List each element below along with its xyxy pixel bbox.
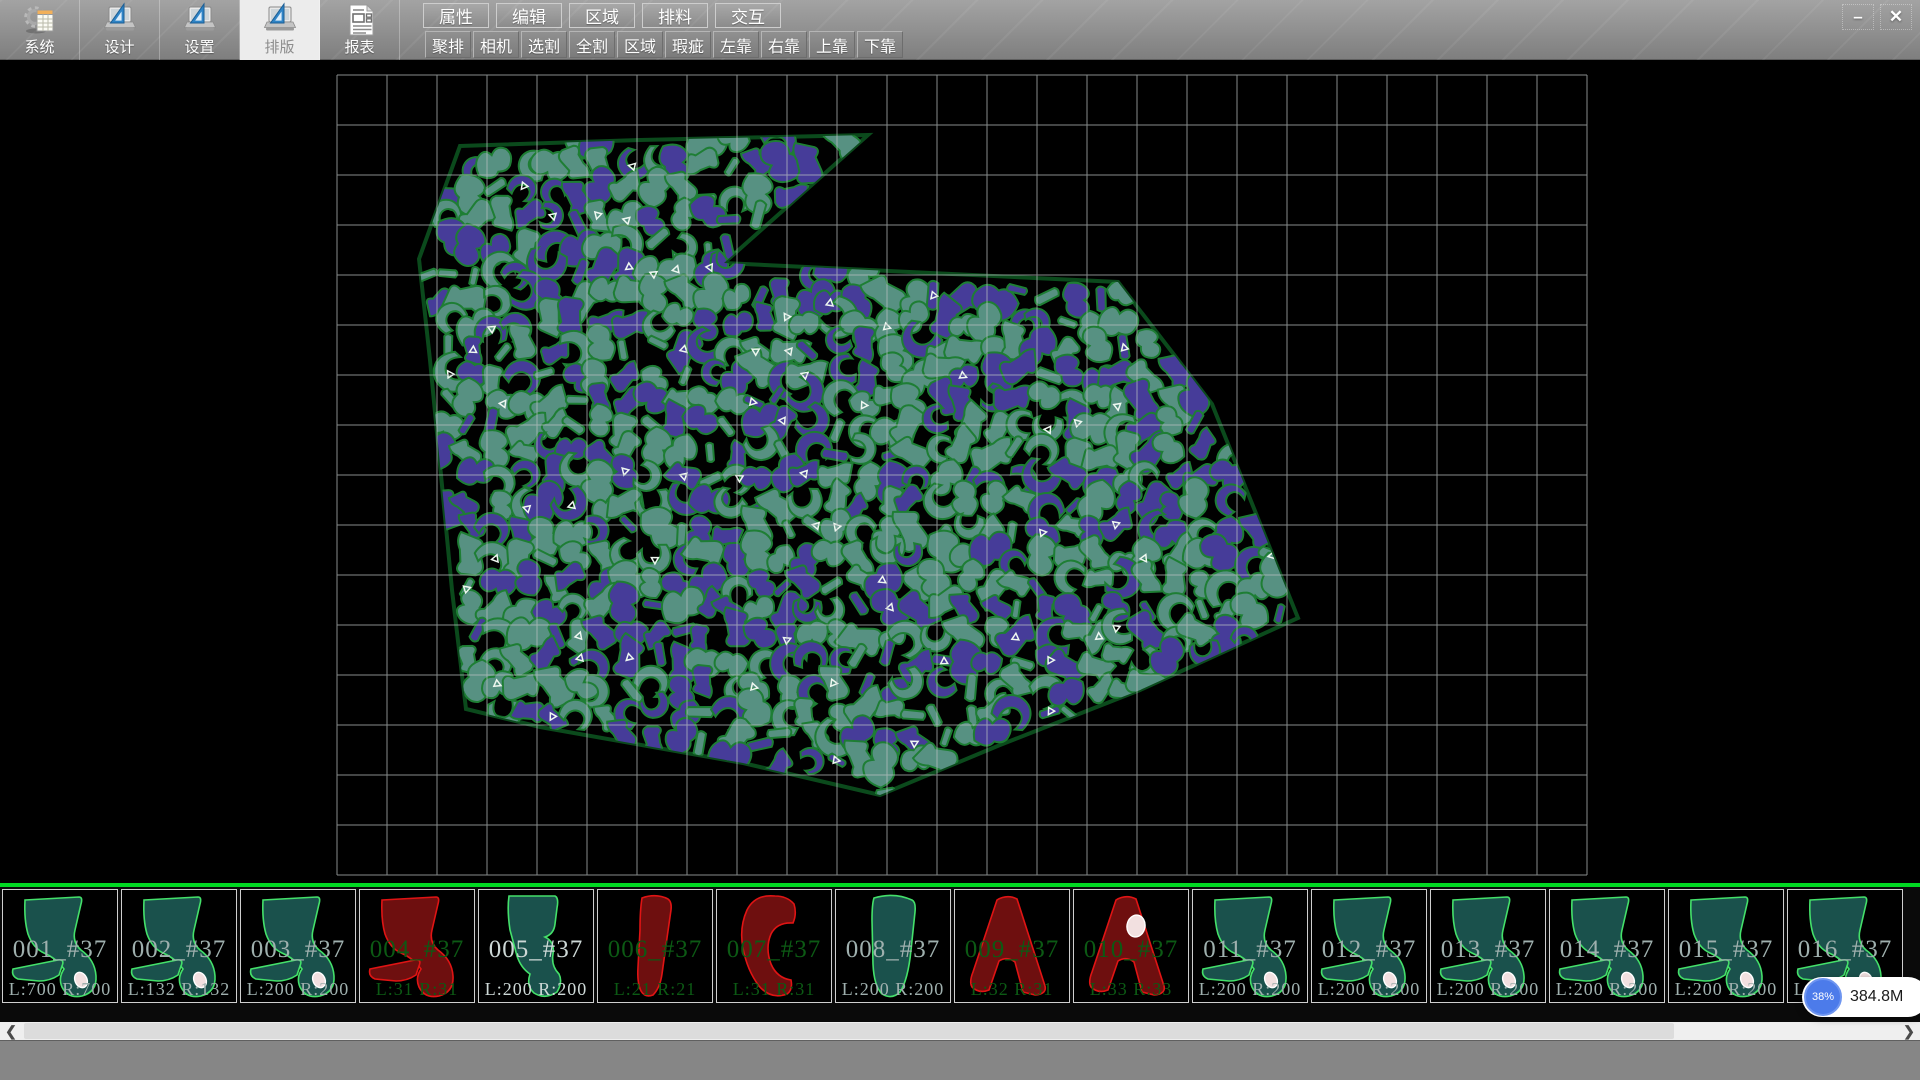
piece-thumbnail-shape: [955, 890, 1069, 1002]
tool-button-10[interactable]: 下靠: [857, 31, 903, 58]
thumbnail-cell-011[interactable]: 011_#37L:200 R:200: [1192, 889, 1308, 1003]
nesting-canvas[interactable]: [0, 60, 1920, 883]
horizontal-scrollbar[interactable]: ❮ ❯: [0, 1022, 1920, 1040]
tool-button-8[interactable]: 右靠: [761, 31, 807, 58]
thumbnail-cell-015[interactable]: 015_#37L:200 R:200: [1668, 889, 1784, 1003]
piece-thumbnail-shape: [241, 890, 355, 1002]
piece-thumbnail-shape: [836, 890, 950, 1002]
menu-tab-2[interactable]: 编辑: [496, 3, 562, 28]
window-controls: – ✕: [1842, 4, 1912, 30]
toolbar-item-label: 设置: [184, 39, 214, 57]
tool-button-3[interactable]: 选割: [521, 31, 567, 58]
scroll-left-icon[interactable]: ❮: [0, 1022, 22, 1040]
toolbar-icon-slot: [102, 1, 138, 39]
toolbar-icon-slot: [182, 1, 218, 39]
piece-thumbnail-shape: [717, 890, 831, 1002]
toolbar-item-2[interactable]: 设计: [80, 0, 160, 60]
toolbar-icon-slot: [342, 1, 378, 39]
status-bar: [0, 1040, 1920, 1080]
toolbar-item-3[interactable]: 设置: [160, 0, 240, 60]
layout-ruler-icon: [262, 2, 298, 38]
main-toolbar: 系统 设计 设置 排版 报表 属性编辑区域排料交互 聚: [0, 0, 1920, 60]
application-window: 系统 设计 设置 排版 报表 属性编辑区域排料交互 聚: [0, 0, 1920, 1080]
thumbnail-cell-012[interactable]: 012_#37L:200 R:200: [1311, 889, 1427, 1003]
toolbar-item-1[interactable]: 系统: [0, 0, 80, 60]
piece-thumbnail-shape: [598, 890, 712, 1002]
menu-tab-3[interactable]: 区域: [569, 3, 635, 28]
scrollbar-thumb[interactable]: [24, 1023, 1674, 1039]
tool-button-row: 聚排相机选割全割区域瑕疵左靠右靠上靠下靠: [425, 31, 903, 58]
thumbnail-cell-014[interactable]: 014_#37L:200 R:200: [1549, 889, 1665, 1003]
menu-tab-1[interactable]: 属性: [423, 3, 489, 28]
main-toolbar-buttons: 系统 设计 设置 排版 报表: [0, 0, 400, 60]
tool-button-2[interactable]: 相机: [473, 31, 519, 58]
thumbnail-cell-013[interactable]: 013_#37L:200 R:200: [1430, 889, 1546, 1003]
thumbnail-cell-005[interactable]: 005_#37L:200 R:200: [478, 889, 594, 1003]
toolbar-icon-slot: [22, 1, 58, 39]
design-ruler-icon: [102, 2, 138, 38]
report-icon: [342, 2, 378, 38]
tool-button-5[interactable]: 区域: [617, 31, 663, 58]
tool-button-1[interactable]: 聚排: [425, 31, 471, 58]
piece-thumbnail-shape: [1074, 890, 1188, 1002]
thumbnail-cell-007[interactable]: 007_#37L:31 R:31: [716, 889, 832, 1003]
toolbar-item-label: 系统: [24, 39, 54, 57]
menu-tab-5[interactable]: 交互: [715, 3, 781, 28]
piece-thumbnail-shape: [122, 890, 236, 1002]
piece-thumbnail-shape: [1431, 890, 1545, 1002]
strip-top-divider: [0, 883, 1920, 887]
piece-thumbnail-shape: [1312, 890, 1426, 1002]
tool-button-4[interactable]: 全割: [569, 31, 615, 58]
system-gear-icon: [22, 2, 58, 38]
tool-button-7[interactable]: 左靠: [713, 31, 759, 58]
piece-thumbnail-shape: [360, 890, 474, 1002]
memory-badge[interactable]: 38% 384.8M: [1802, 977, 1920, 1017]
thumbnail-cell-008[interactable]: 008_#37L:200 R:200: [835, 889, 951, 1003]
piece-thumbnail-list: 001_#37L:700 R:700002_#37L:132 R:132003_…: [2, 889, 1903, 1003]
menu-tab-row: 属性编辑区域排料交互: [423, 3, 781, 28]
toolbar-item-5[interactable]: 报表: [320, 0, 400, 60]
piece-thumbnail-shape: [1193, 890, 1307, 1002]
thumbnail-cell-009[interactable]: 009_#37L:32 R:31: [954, 889, 1070, 1003]
toolbar-item-4[interactable]: 排版: [240, 0, 320, 60]
close-button[interactable]: ✕: [1880, 4, 1912, 30]
toolbar-item-label: 设计: [104, 39, 134, 57]
piece-thumbnail-shape: [1550, 890, 1664, 1002]
minimize-button[interactable]: –: [1842, 4, 1874, 30]
thumbnail-cell-003[interactable]: 003_#37L:200 R:200: [240, 889, 356, 1003]
menu-tab-4[interactable]: 排料: [642, 3, 708, 28]
toolbar-icon-slot: [262, 1, 298, 39]
thumbnail-cell-004[interactable]: 004_#37L:31 R:31: [359, 889, 475, 1003]
settings-ruler-icon: [182, 2, 218, 38]
thumbnail-cell-006[interactable]: 006_#37L:21 R:21: [597, 889, 713, 1003]
toolbar-item-label: 报表: [344, 39, 374, 57]
toolbar-item-label: 排版: [264, 39, 294, 57]
piece-thumbnail-shape: [1669, 890, 1783, 1002]
piece-thumbnail-shape: [3, 890, 117, 1002]
memory-size-label: 384.8M: [1850, 988, 1903, 1006]
tool-button-9[interactable]: 上靠: [809, 31, 855, 58]
thumbnail-cell-010[interactable]: 010_#37L:33 R:33: [1073, 889, 1189, 1003]
memory-percent-badge: 38%: [1804, 978, 1842, 1016]
nesting-canvas-svg[interactable]: [0, 60, 1920, 883]
piece-thumbnail-shape: [479, 890, 593, 1002]
scroll-right-icon[interactable]: ❯: [1898, 1022, 1920, 1040]
pieces-strip: 001_#37L:700 R:700002_#37L:132 R:132003_…: [0, 883, 1920, 1022]
thumbnail-cell-002[interactable]: 002_#37L:132 R:132: [121, 889, 237, 1003]
thumbnail-cell-001[interactable]: 001_#37L:700 R:700: [2, 889, 118, 1003]
tool-button-6[interactable]: 瑕疵: [665, 31, 711, 58]
